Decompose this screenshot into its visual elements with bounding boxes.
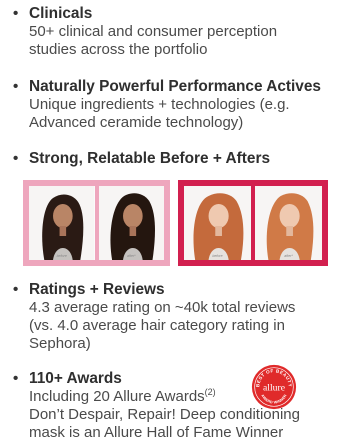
ratings-line-1: 4.3 average rating on ~40k total reviews xyxy=(29,299,296,316)
actives-title: Naturally Powerful Performance Actives xyxy=(29,78,321,95)
after-caption: after* xyxy=(126,254,136,258)
ratings-line-3: Sephora) xyxy=(29,335,91,352)
before-afters-title: Strong, Relatable Before + Afters xyxy=(29,150,271,167)
allure-best-of-beauty-seal: BEST OF BEAUTY allure AWARD WINNER xyxy=(251,364,297,410)
ratings-section: • Ratings + Reviews 4.3 average rating o… xyxy=(13,281,334,353)
woman-dark-hair-before-image xyxy=(29,186,95,260)
clinicals-section: • Clinicals 50+ clinical and consumer pe… xyxy=(13,5,334,59)
awards-line-1-text: Including 20 Allure Awards xyxy=(29,388,205,405)
clinicals-title: Clinicals xyxy=(29,5,93,22)
actives-line-2: Advanced ceramide technology) xyxy=(29,114,244,131)
after-photo: after* xyxy=(98,186,164,260)
before-after-panel-redhead: before after* xyxy=(178,180,328,266)
seal-brand: allure xyxy=(263,383,285,394)
ratings-line-2: (vs. 4.0 average hair category rating in xyxy=(29,317,285,334)
awards-line-3: mask is an Allure Hall of Fame Winner xyxy=(29,424,284,441)
bullet-icon: • xyxy=(13,78,19,95)
before-caption: before xyxy=(212,254,223,258)
bullet-icon: • xyxy=(13,370,19,387)
woman-red-hair-after-image xyxy=(255,186,322,260)
after-caption: after* xyxy=(284,254,293,258)
before-photo: before xyxy=(184,186,251,260)
woman-dark-hair-after-image xyxy=(98,186,164,260)
clinicals-line-1: 50+ clinical and consumer perception xyxy=(29,23,278,40)
after-photo: after* xyxy=(255,186,322,260)
bullet-icon: • xyxy=(13,150,19,167)
clinicals-line-2: studies across the portfolio xyxy=(29,41,208,58)
before-after-panel-brunette: before after* xyxy=(23,180,170,266)
bullet-icon: • xyxy=(13,5,19,22)
footnote-marker: (2) xyxy=(204,387,216,397)
actives-line-1: Unique ingredients + technologies (e.g. xyxy=(29,96,290,113)
before-caption: before xyxy=(56,254,67,258)
allure-seal-icon: BEST OF BEAUTY allure AWARD WINNER xyxy=(251,364,297,410)
ratings-title: Ratings + Reviews xyxy=(29,281,165,298)
before-photo: before xyxy=(29,186,95,260)
actives-section: • Naturally Powerful Performance Actives… xyxy=(13,78,334,132)
woman-red-hair-before-image xyxy=(184,186,251,260)
bullet-icon: • xyxy=(13,281,19,298)
before-afters-section: • Strong, Relatable Before + Afters xyxy=(13,150,334,168)
